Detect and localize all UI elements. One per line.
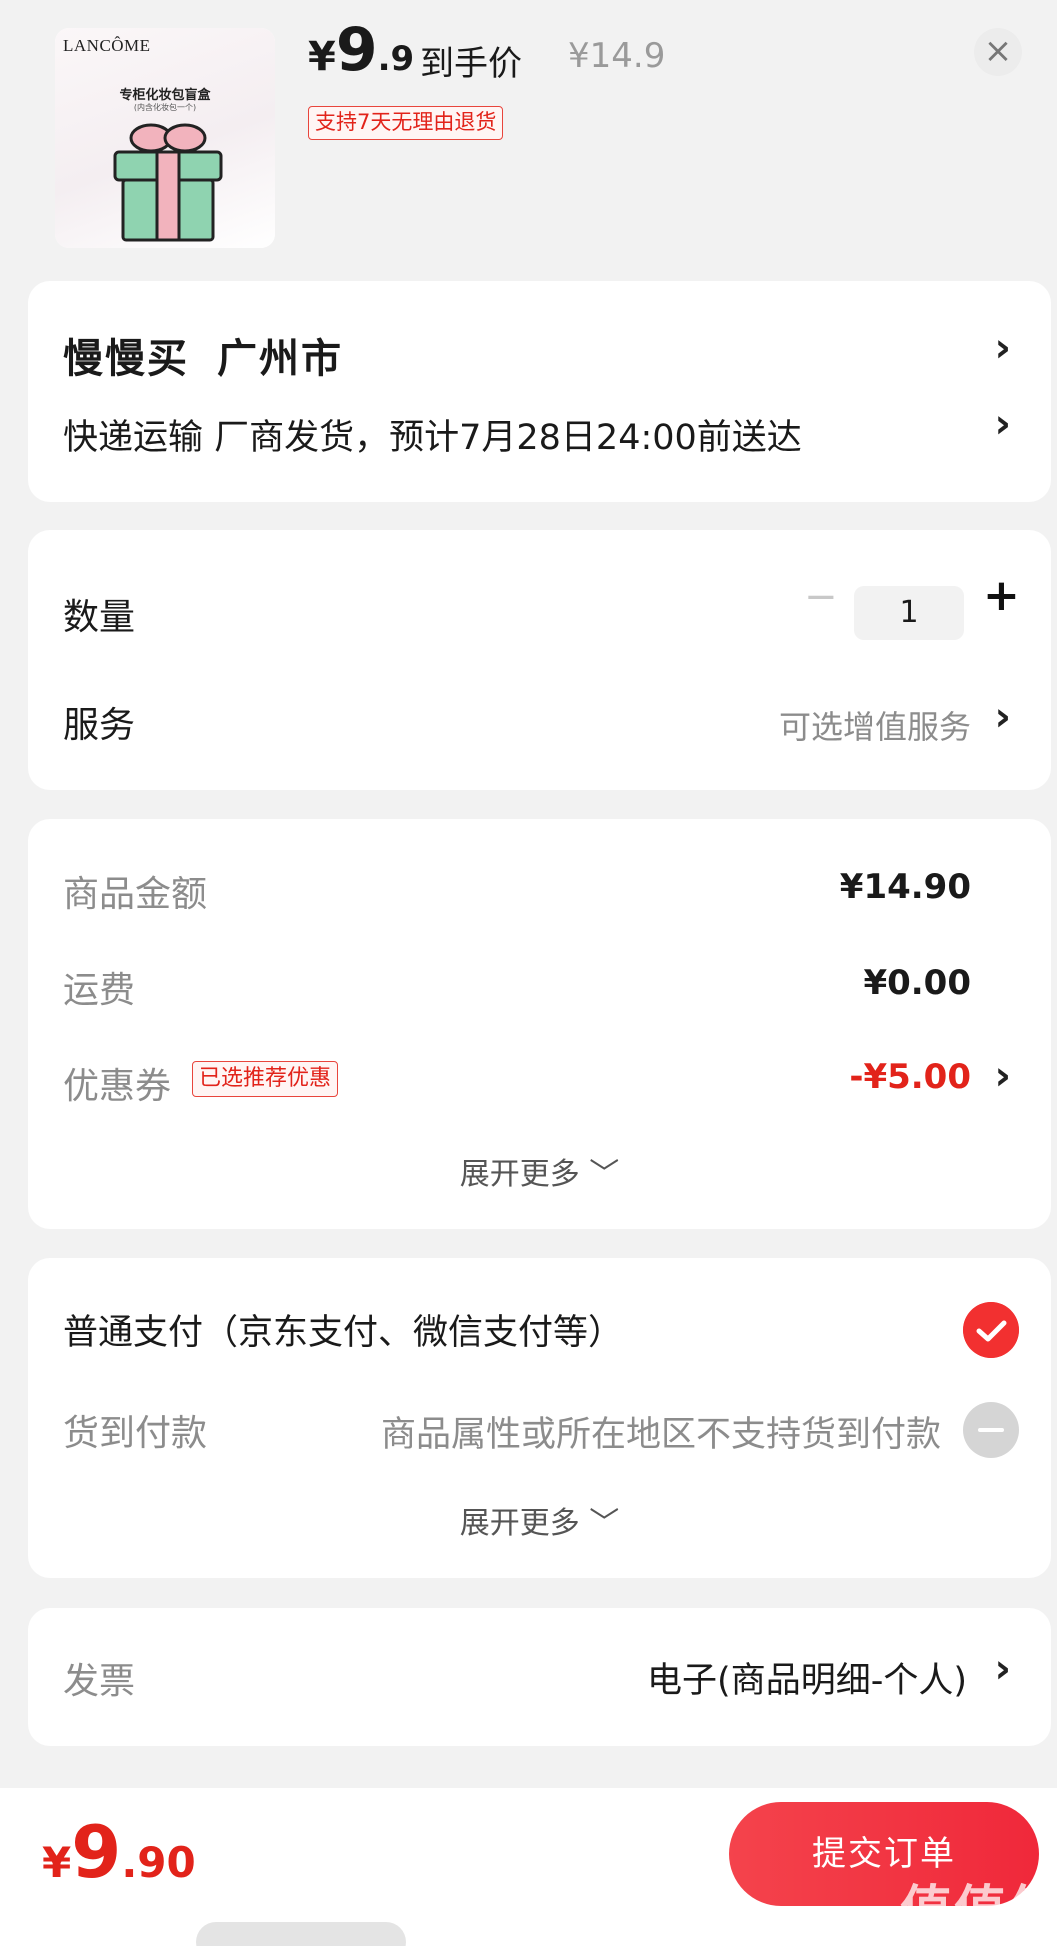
payment-card: 普通支付（京东支付、微信支付等） 货到付款 商品属性或所在地区不支持货到付款 展…	[28, 1258, 1051, 1578]
options-card: 数量 − 1 + 服务 可选增值服务 ›	[28, 530, 1051, 790]
total-price-symbol: ¥	[42, 1838, 72, 1887]
goods-amount-value: ¥14.90	[839, 867, 971, 907]
thumbnail-title: 专柜化妆包盲盒	[119, 88, 211, 103]
gift-box-icon	[113, 123, 223, 242]
service-label: 服务	[63, 705, 136, 746]
thumbnail-brand-logo: LANCÔME	[63, 36, 151, 55]
payment-normal-label[interactable]: 普通支付（京东支付、微信支付等）	[63, 1304, 623, 1355]
home-indicator[interactable]	[196, 1922, 406, 1946]
address-line[interactable]: 慢慢买 广州市	[63, 326, 343, 384]
chevron-right-icon[interactable]: ›	[995, 694, 1011, 740]
total-price: ¥9.90	[42, 1816, 196, 1888]
expand-more-button[interactable]: 展开更多 ﹀	[28, 1498, 1051, 1542]
coupon-label: 优惠券	[63, 1066, 172, 1107]
price-label: 到手价	[420, 44, 522, 84]
close-icon: ×	[983, 31, 1013, 71]
invoice-card[interactable]: 发票 电子(商品明细-个人) ›	[28, 1608, 1051, 1746]
coupon-badge: 已选推荐优惠	[192, 1061, 339, 1097]
chevron-right-icon[interactable]: ›	[995, 1053, 1011, 1099]
disabled-circle-icon	[963, 1402, 1019, 1458]
chevron-right-icon[interactable]: ›	[995, 325, 1011, 371]
quantity-label: 数量	[63, 597, 136, 638]
price-integer: 9	[335, 15, 378, 85]
price-summary-card: 商品金额 ¥14.90 运费 ¥0.00 优惠券 已选推荐优惠 -¥5.00 ›…	[28, 819, 1051, 1229]
original-price: ¥14.9	[568, 36, 666, 76]
cod-unavailable-reason: 商品属性或所在地区不支持货到付款	[380, 1415, 941, 1455]
check-circle-icon[interactable]	[963, 1302, 1019, 1358]
invoice-label: 发票	[63, 1661, 136, 1702]
address-card[interactable]: 慢慢买 广州市 › 快递运输 厂商发货，预计7月28日24:00前送达 ›	[28, 281, 1051, 502]
invoice-value[interactable]: 电子(商品明细-个人)	[647, 1652, 967, 1703]
service-hint[interactable]: 可选增值服务	[779, 702, 971, 748]
freight-label: 运费	[63, 970, 136, 1011]
goods-amount-label: 商品金额	[63, 874, 208, 915]
return-policy-badge: 支持7天无理由退货	[308, 106, 504, 140]
expand-more-button[interactable]: 展开更多 ﹀	[28, 1149, 1051, 1193]
close-button[interactable]: ×	[974, 28, 1022, 76]
product-thumbnail[interactable]: LANCÔME 专柜化妆包盲盒 (内含化妆包一个)	[55, 28, 275, 248]
checkout-bar: ¥9.90 提交订单 值值值 zhizhizhi.com	[0, 1788, 1057, 1946]
recipient-name: 慢慢买	[63, 336, 189, 382]
chevron-right-icon[interactable]: ›	[995, 1646, 1011, 1692]
chevron-right-icon[interactable]: ›	[995, 401, 1011, 447]
shipping-info[interactable]: 快递运输 厂商发货，预计7月28日24:00前送达	[63, 409, 802, 460]
recipient-city: 广州市	[217, 336, 343, 382]
plus-icon[interactable]: +	[983, 570, 1020, 621]
quantity-input[interactable]: 1	[854, 586, 964, 640]
minus-icon[interactable]: −	[804, 574, 838, 620]
payment-cod-label: 货到付款	[63, 1413, 208, 1454]
final-price: ¥9.9	[308, 20, 414, 80]
coupon-value[interactable]: -¥5.00	[849, 1057, 971, 1097]
price-symbol: ¥	[308, 34, 336, 80]
total-price-decimal: .90	[121, 1838, 196, 1887]
watermark-url: zhizhizhi.com	[908, 1928, 1017, 1946]
freight-value: ¥0.00	[863, 963, 971, 1003]
thumbnail-subtitle: (内含化妆包一个)	[133, 103, 197, 112]
total-price-integer: 9	[71, 1810, 122, 1894]
price-decimal: .9	[377, 39, 415, 79]
